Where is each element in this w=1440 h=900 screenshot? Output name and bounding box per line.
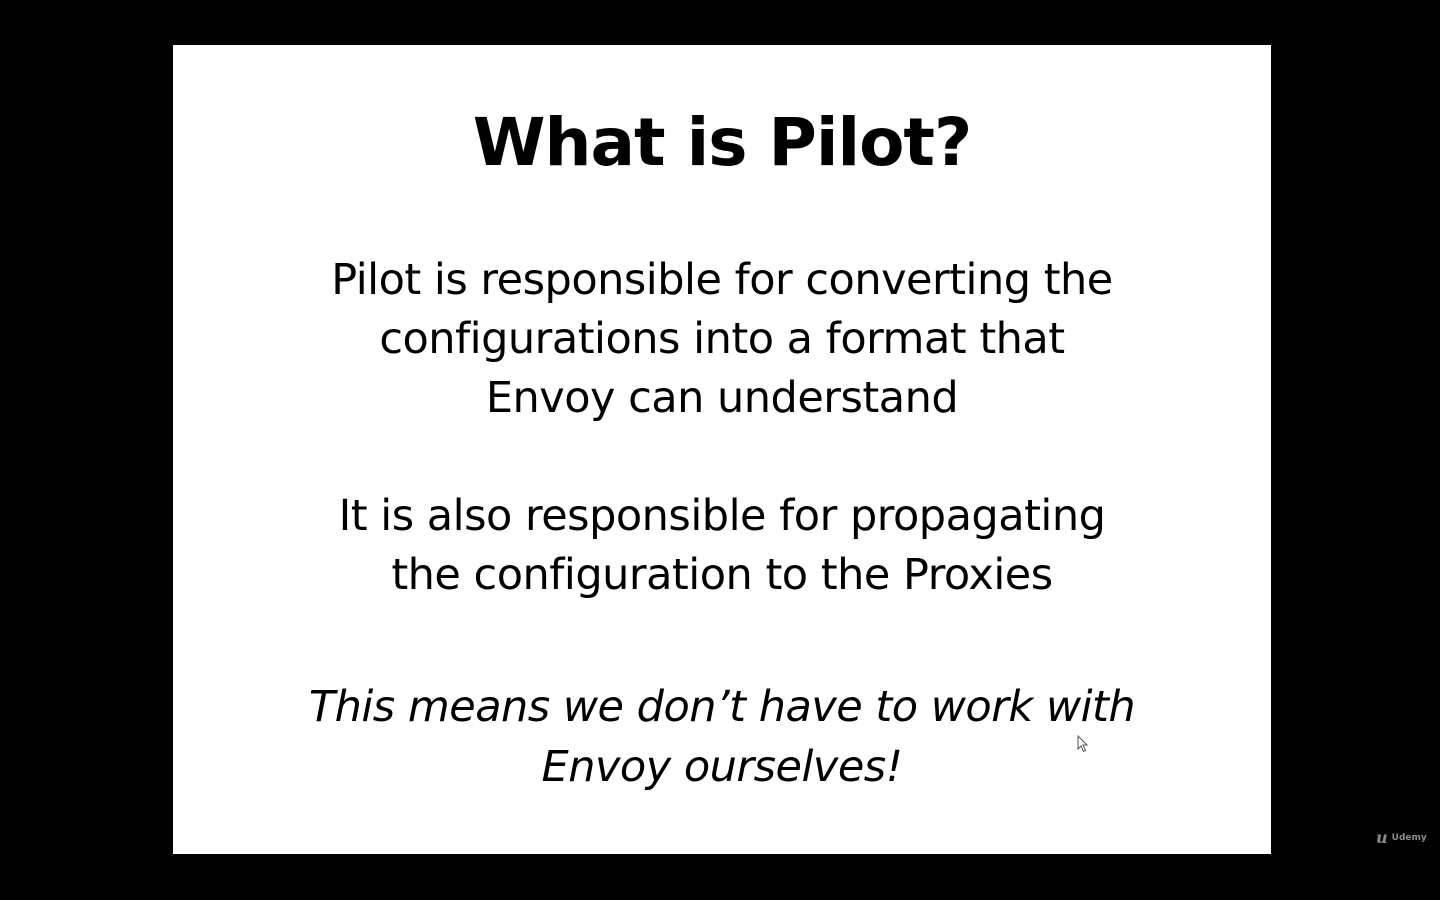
text-line: Envoy ourselves! [541, 742, 903, 792]
udemy-watermark-text: Udemy [1391, 832, 1427, 843]
text-line: the configuration to the Proxies [391, 550, 1053, 600]
paragraph-propagation: It is also responsible for propagating t… [173, 487, 1271, 605]
text-line: This means we don’t have to work with [308, 682, 1136, 732]
udemy-watermark: u Udemy [1376, 828, 1427, 847]
udemy-logo-icon: u [1376, 828, 1388, 847]
text-line: Envoy can understand [485, 373, 959, 423]
slide: What is Pilot? Pilot is responsible for … [173, 45, 1271, 854]
text-line: configurations into a format that [379, 314, 1065, 364]
paragraph-conversion: Pilot is responsible for converting the … [173, 251, 1271, 428]
mouse-cursor-icon [1077, 735, 1089, 753]
paragraph-conclusion: This means we don’t have to work with En… [173, 677, 1271, 797]
slide-title: What is Pilot? [472, 104, 973, 181]
text-line: Pilot is responsible for converting the [331, 255, 1113, 305]
text-line: It is also responsible for propagating [338, 491, 1106, 541]
